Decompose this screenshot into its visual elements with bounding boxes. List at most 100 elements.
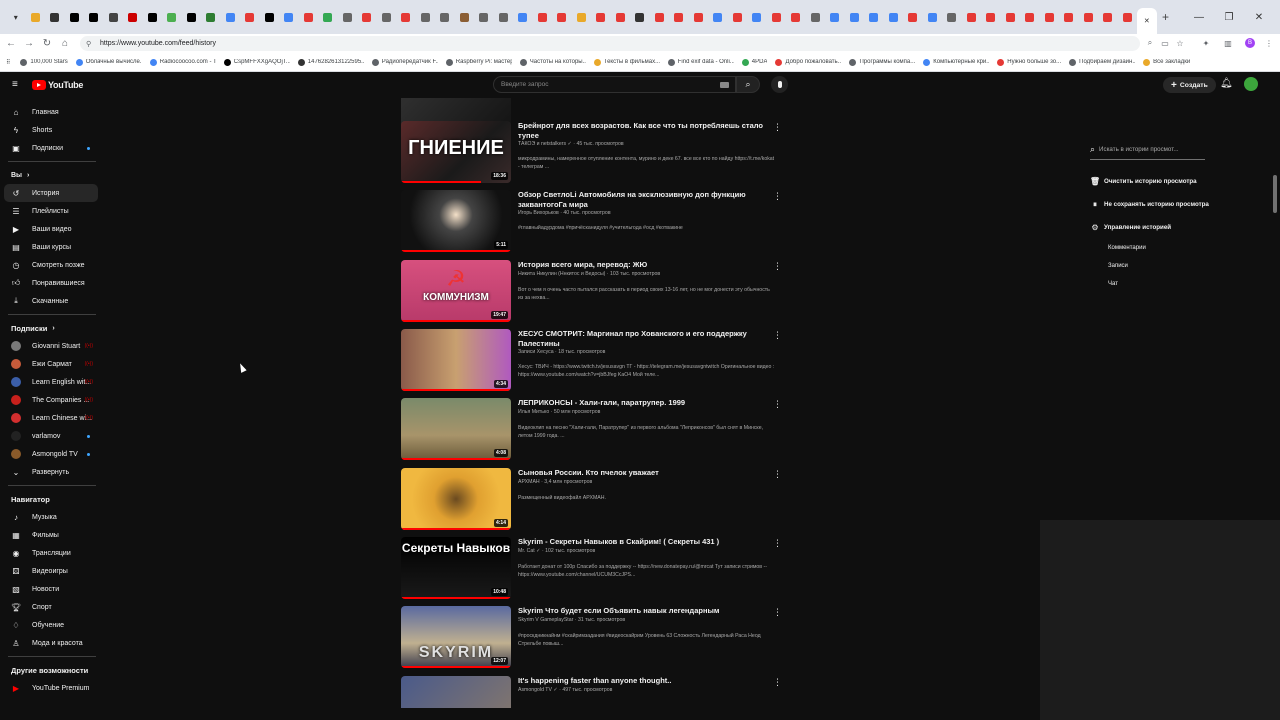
sidebar-item-news[interactable]: ▧ Новости	[0, 580, 104, 598]
browser-tab[interactable]	[1059, 6, 1079, 28]
video-thumbnail[interactable]: ГНИЕНИЕ 18:36	[401, 121, 511, 183]
video-channel-and-views[interactable]: Игорь Вихорьков · 40 тыс. просмотров	[518, 210, 766, 216]
more-actions-icon[interactable]: ⋮	[773, 121, 782, 133]
sidebar-you-header[interactable]: Вы ›	[0, 166, 104, 184]
video-thumbnail[interactable]: Секреты Навыков 10:48	[401, 537, 511, 599]
home-browser-icon[interactable]: ⌂	[56, 35, 74, 53]
browser-tab[interactable]	[903, 6, 923, 28]
more-actions-icon[interactable]: ⋮	[773, 260, 782, 272]
minimize-icon[interactable]: —	[1184, 0, 1214, 34]
browser-tab[interactable]	[1040, 6, 1060, 28]
video-channel-and-views[interactable]: Skyrim V GameplayStar · 31 тыс. просмотр…	[518, 617, 766, 623]
browser-tab[interactable]	[416, 6, 436, 28]
install-icon[interactable]: ▭	[1158, 36, 1172, 50]
more-actions-icon[interactable]: ⋮	[773, 398, 782, 410]
sidebar-subscription-item[interactable]: Ежи Сармат ((•))	[0, 355, 104, 373]
browser-tab[interactable]	[240, 6, 260, 28]
video-channel-and-views[interactable]: Записи Хесуса · 18 тыс. просмотров	[518, 349, 766, 355]
bookmark-item[interactable]: Тексты в фильмах...	[593, 58, 660, 66]
youtube-logo[interactable]: YouTube	[32, 80, 83, 90]
browser-tab[interactable]	[552, 6, 572, 28]
browser-tab[interactable]	[45, 6, 65, 28]
bookmark-item[interactable]: Радиопередатчик F...	[371, 58, 438, 66]
video-channel-and-views[interactable]: ТАКОЭ и netstalkers ✓ · 45 тыс. просмотр…	[518, 141, 766, 147]
close-window-icon[interactable]: ✕	[1244, 0, 1274, 34]
browser-tab[interactable]	[396, 6, 416, 28]
sidebar-subscription-item[interactable]: Learn English wit... ((•))	[0, 373, 104, 391]
bookmark-item[interactable]: 4PDA	[741, 58, 767, 66]
browser-tab[interactable]	[513, 6, 533, 28]
bookmark-item[interactable]: Raspberry Pi: мастер...	[445, 58, 512, 66]
browser-tab[interactable]	[981, 6, 1001, 28]
browser-tab[interactable]	[338, 6, 358, 28]
history-search-input[interactable]: ⌕ Искать в истории просмот...	[1090, 140, 1205, 160]
browser-tab[interactable]	[728, 6, 748, 28]
menu-icon[interactable]: ≡	[12, 80, 22, 90]
video-channel-and-views[interactable]: Никита Никулин (Ннкитос и Ведосы) · 103 …	[518, 271, 766, 277]
bookmark-item[interactable]: 100,000 Stars	[20, 58, 68, 66]
video-title[interactable]: Skyrim - Секреты Навыков в Скайрим! ( Се…	[518, 537, 766, 547]
create-button[interactable]: + Создать	[1163, 77, 1216, 93]
sidebar-item-home[interactable]: ⌂ Главная	[0, 103, 104, 121]
more-actions-icon[interactable]: ⋮	[773, 537, 782, 549]
bookmark-item[interactable]: Find exif data - Onli...	[667, 58, 734, 66]
browser-tab[interactable]	[435, 6, 455, 28]
browser-tab[interactable]	[104, 6, 124, 28]
browser-tab[interactable]	[1118, 6, 1138, 28]
browser-tab[interactable]	[630, 6, 650, 28]
apps-icon[interactable]: ⠿	[6, 59, 10, 66]
browser-tab[interactable]	[260, 6, 280, 28]
browser-tab[interactable]	[494, 6, 514, 28]
video-thumbnail[interactable]: КОММУНИЗМ ☭ 19:47	[401, 260, 511, 322]
bookmark-item[interactable]: Программы компа...	[849, 58, 915, 66]
video-channel-and-views[interactable]: Илья Митько · 50 млн просмотров	[518, 409, 766, 415]
browser-tab[interactable]	[864, 6, 884, 28]
browser-tab[interactable]	[123, 6, 143, 28]
search-button[interactable]: ⌕	[736, 76, 760, 93]
browser-tab[interactable]	[318, 6, 338, 28]
new-tab-button[interactable]: +	[1157, 10, 1175, 24]
forward-icon[interactable]: →	[20, 35, 38, 53]
reload-icon[interactable]: ↻	[38, 35, 56, 53]
browser-tab[interactable]	[182, 6, 202, 28]
browser-tab[interactable]	[786, 6, 806, 28]
bookmark-star-icon[interactable]: ☆	[1173, 36, 1187, 50]
browser-tab[interactable]	[650, 6, 670, 28]
bookmark-item[interactable]: 1476282613122595...	[297, 58, 364, 66]
browser-tab[interactable]	[1020, 6, 1040, 28]
bookmark-item[interactable]: Radiocoocoo.com - T...	[149, 58, 216, 66]
browser-tab[interactable]	[747, 6, 767, 28]
avatar[interactable]	[1244, 77, 1258, 91]
browser-tab[interactable]	[143, 6, 163, 28]
browser-tab[interactable]	[1098, 6, 1118, 28]
keyboard-icon[interactable]	[720, 82, 729, 88]
video-channel-and-views[interactable]: Mr. Cat ✓ · 102 тыс. просмотров	[518, 548, 766, 554]
video-title[interactable]: История всего мира, перевод: ЖЮ	[518, 260, 766, 270]
sidebar-item-live[interactable]: ◉ Трансляции	[0, 544, 104, 562]
sidebar-item-liked[interactable]: 👍︎ Понравившиеся	[0, 274, 104, 292]
video-thumbnail[interactable]	[401, 676, 511, 708]
sidebar-subscriptions-header[interactable]: Подписки ›	[0, 319, 104, 337]
video-thumbnail[interactable]: 4:08	[401, 398, 511, 460]
video-thumbnail[interactable]: 5:11	[401, 190, 511, 252]
maximize-icon[interactable]: ❐	[1214, 0, 1244, 34]
video-title[interactable]: Сыновья России. Кто пчелок уважает	[518, 468, 766, 478]
video-thumbnail[interactable]: 4:34	[401, 329, 511, 391]
more-actions-icon[interactable]: ⋮	[773, 329, 782, 341]
browser-tab[interactable]	[279, 6, 299, 28]
tab-youtube-history[interactable]: ✕	[1137, 8, 1157, 34]
search-input[interactable]: Введите запрос	[493, 76, 736, 93]
sidebar-subscription-item[interactable]: Asmongold TV	[0, 445, 104, 463]
sidebar-subscription-item[interactable]: The Companies ... ((•))	[0, 391, 104, 409]
bookmark-item[interactable]: Добро пожаловать...	[775, 58, 841, 66]
video-thumbnail[interactable]: SKYRIM 12:07	[401, 606, 511, 668]
sidebar-item-learning[interactable]: ♢ Обучение	[0, 616, 104, 634]
bookmark-item[interactable]: Компьютерные кри...	[923, 58, 989, 66]
sidebar-subscription-item[interactable]: Learn Chinese wi... ((•))	[0, 409, 104, 427]
browser-menu-icon[interactable]: ⋮	[1262, 36, 1276, 50]
sidebar-item-subscriptions[interactable]: ▣ Подписки	[0, 139, 104, 157]
sidebar-item-sport[interactable]: 🏆︎ Спорт	[0, 598, 104, 616]
video-thumbnail[interactable]: 4:14	[401, 468, 511, 530]
more-actions-icon[interactable]: ⋮	[773, 190, 782, 202]
more-actions-icon[interactable]: ⋮	[773, 606, 782, 618]
